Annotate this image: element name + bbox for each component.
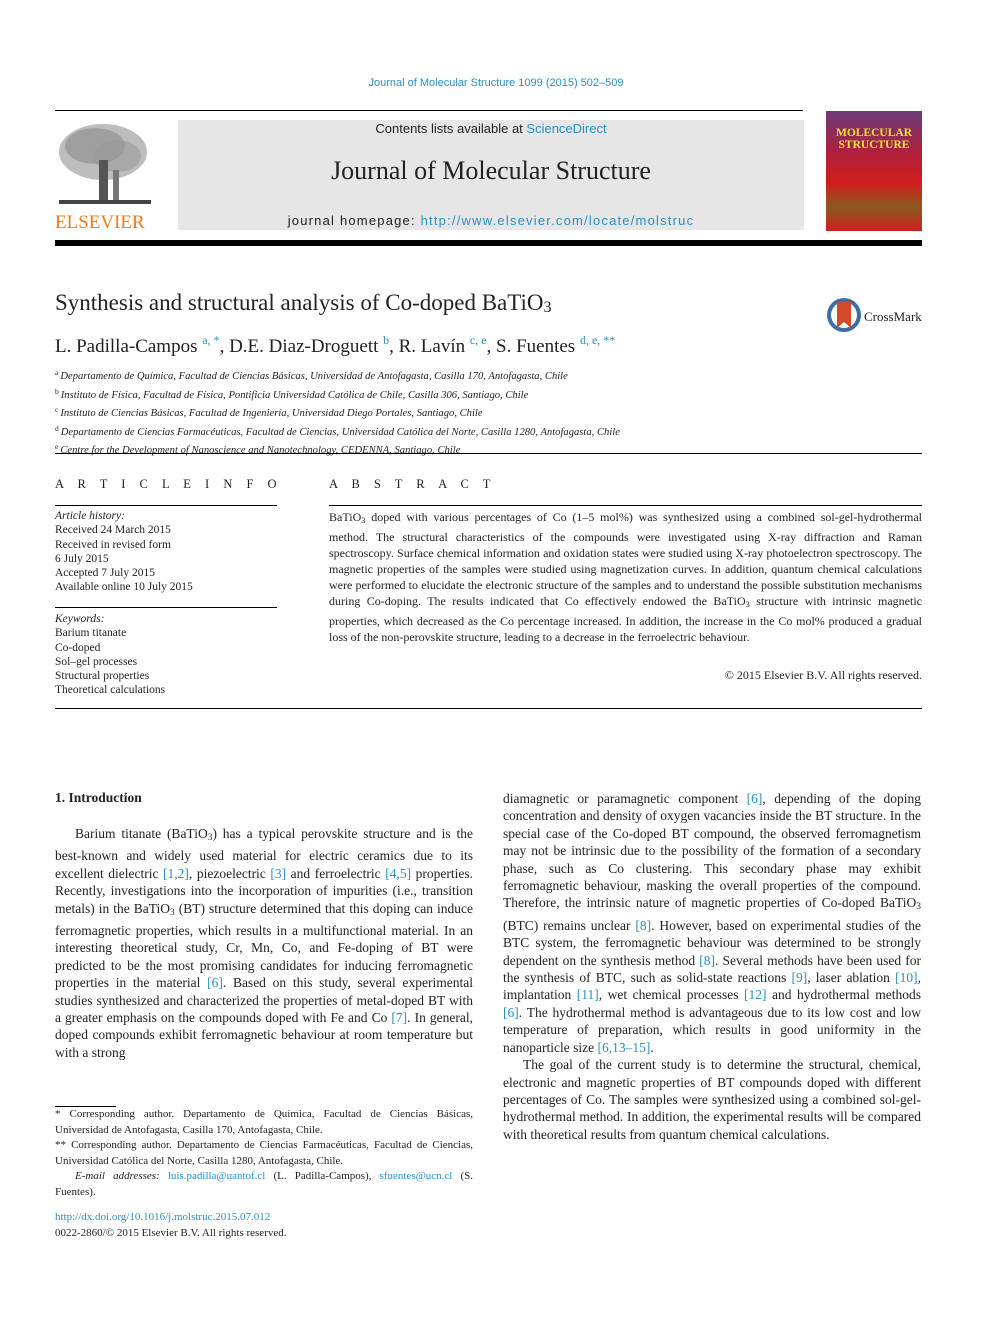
- issn-copyright: 0022-2860/© 2015 Elsevier B.V. All right…: [55, 1226, 287, 1239]
- crossmark-label[interactable]: CrossMark: [864, 309, 922, 325]
- author-affil-link[interactable]: d, e, **: [580, 333, 615, 347]
- cover-title-line1: MOLECULAR: [835, 127, 913, 139]
- history-item: 6 July 2015: [55, 552, 109, 565]
- affiliations: a Departamento de Química, Facultad de Ci…: [55, 366, 620, 459]
- sciencedirect-link[interactable]: ScienceDirect: [526, 121, 606, 136]
- citation-link[interactable]: [8]: [635, 918, 651, 933]
- footnote-corresponding-1: * Corresponding author. Departamento de …: [55, 1108, 473, 1136]
- author-name: S. Fuentes: [496, 336, 576, 357]
- citation-link[interactable]: [6]: [207, 975, 223, 990]
- keywords-label: Keywords:: [55, 613, 105, 625]
- title-text: Synthesis and structural analysis of Co-…: [55, 290, 544, 315]
- affiliation-item: a Departamento de Química, Facultad de Ci…: [55, 368, 568, 382]
- affiliation-item: e Centre for the Development of Nanoscien…: [55, 442, 461, 456]
- keyword: Theoretical calculations: [55, 684, 166, 697]
- journal-cover-image[interactable]: MOLECULAR STRUCTURE: [826, 111, 922, 231]
- history-item: Available online 10 July 2015: [55, 581, 193, 594]
- keywords: Keywords: Barium titanate Co-doped Sol–g…: [55, 612, 165, 698]
- citation-link[interactable]: [1,2]: [163, 866, 189, 881]
- author-name: R. Lavín: [398, 336, 466, 357]
- article-info-heading: A R T I C L E I N F O: [55, 477, 283, 491]
- history-label: Article history:: [55, 510, 125, 522]
- keyword: Co-doped: [55, 641, 101, 654]
- citation-link[interactable]: [9]: [791, 970, 807, 985]
- running-citation-link[interactable]: Journal of Molecular Structure 1099 (201…: [0, 77, 992, 89]
- intro-paragraph: The goal of the current study is to dete…: [503, 1057, 921, 1142]
- citation-link[interactable]: [6,13–15]: [597, 1040, 650, 1055]
- author-affil-link[interactable]: b: [383, 333, 389, 347]
- email-link[interactable]: luis.padilla@uantof.cl: [168, 1170, 266, 1182]
- email-label: E-mail addresses:: [75, 1170, 160, 1182]
- section-heading-introduction: 1. Introduction: [55, 790, 142, 805]
- cover-title-line2: STRUCTURE: [838, 139, 910, 151]
- intro-right-column: diamagnetic or paramagnetic component [6…: [503, 790, 921, 1143]
- citation-link[interactable]: [7]: [391, 1010, 407, 1025]
- abstract-heading: A B S T R A C T: [329, 477, 496, 491]
- intro-paragraph: diamagnetic or paramagnetic component [6…: [503, 791, 921, 1055]
- article-history: Article history: Received 24 March 2015 …: [55, 509, 193, 595]
- citation-link[interactable]: [3]: [270, 866, 286, 881]
- citation-link[interactable]: [6]: [503, 1005, 519, 1020]
- header-thick-rule: [55, 240, 922, 246]
- citation-link[interactable]: [8]: [699, 953, 715, 968]
- crossmark-icon[interactable]: [825, 296, 863, 339]
- author-affil-link[interactable]: c, e: [470, 333, 487, 347]
- contents-prefix: Contents lists available at: [375, 121, 527, 136]
- citation-link[interactable]: [10]: [895, 970, 918, 985]
- citation-link[interactable]: [6]: [747, 791, 763, 806]
- citation-link[interactable]: [4,5]: [385, 866, 411, 881]
- header-rule: [55, 110, 803, 111]
- author-name: L. Padilla-Campos: [55, 336, 198, 357]
- front-matter-end-rule: [55, 708, 922, 709]
- history-item: Accepted 7 July 2015: [55, 567, 155, 580]
- history-item: Received 24 March 2015: [55, 524, 171, 537]
- keyword: Barium titanate: [55, 627, 127, 640]
- journal-title: Journal of Molecular Structure: [331, 156, 651, 185]
- homepage-label: journal homepage:: [287, 213, 421, 228]
- contents-availability: Contents lists available at ScienceDirec…: [178, 121, 804, 136]
- title-subscript: 3: [543, 299, 552, 316]
- footnotes: * Corresponding author. Departamento de …: [55, 1107, 473, 1200]
- abstract-rule: [329, 505, 922, 506]
- affiliation-item: c Instituto de Ciencias Básicas, Facultad…: [55, 405, 483, 419]
- abstract-text: BaTiO3 doped with various percentages of…: [329, 510, 922, 644]
- citation-link[interactable]: [12]: [744, 987, 767, 1002]
- author-affil-link[interactable]: a, *: [202, 333, 219, 347]
- keyword: Structural properties: [55, 670, 150, 683]
- abstract-copyright: © 2015 Elsevier B.V. All rights reserved…: [724, 668, 922, 682]
- doi-link[interactable]: http://dx.doi.org/10.1016/j.molstruc.201…: [55, 1211, 270, 1223]
- journal-homepage: journal homepage: http://www.elsevier.co…: [178, 213, 804, 228]
- keyword: Sol–gel processes: [55, 655, 138, 668]
- keywords-rule: [55, 607, 277, 608]
- footnote-corresponding-2: ** Corresponding author. Departamento de…: [55, 1139, 473, 1167]
- affiliation-item: d Departamento de Ciencias Farmacéuticas,…: [55, 423, 620, 438]
- intro-paragraph: Barium titanate (BaTiO3) has a typical p…: [55, 826, 474, 1060]
- footnote-emails: E-mail addresses: luis.padilla@uantof.cl…: [55, 1170, 473, 1198]
- affiliation-item: b Instituto de Física, Facultad de Física…: [55, 386, 529, 401]
- homepage-link[interactable]: http://www.elsevier.com/locate/molstruc: [421, 213, 695, 228]
- doi-block: http://dx.doi.org/10.1016/j.molstruc.201…: [55, 1210, 287, 1241]
- citation-link[interactable]: [11]: [577, 987, 599, 1002]
- email-link[interactable]: sfuentes@ucn.cl: [380, 1170, 453, 1182]
- section-rule: [55, 453, 922, 454]
- author-list: L. Padilla-Campos a, *, D.E. Diaz-Drogue…: [55, 333, 616, 357]
- elsevier-wordmark: ELSEVIER: [55, 212, 145, 233]
- article-title: Synthesis and structural analysis of Co-…: [55, 290, 552, 317]
- article-info-rule: [55, 505, 277, 506]
- intro-left-column: Barium titanate (BaTiO3) has a typical p…: [55, 825, 473, 1061]
- author-name: D.E. Diaz-Droguett: [229, 336, 379, 357]
- history-item: Received in revised form: [55, 538, 171, 551]
